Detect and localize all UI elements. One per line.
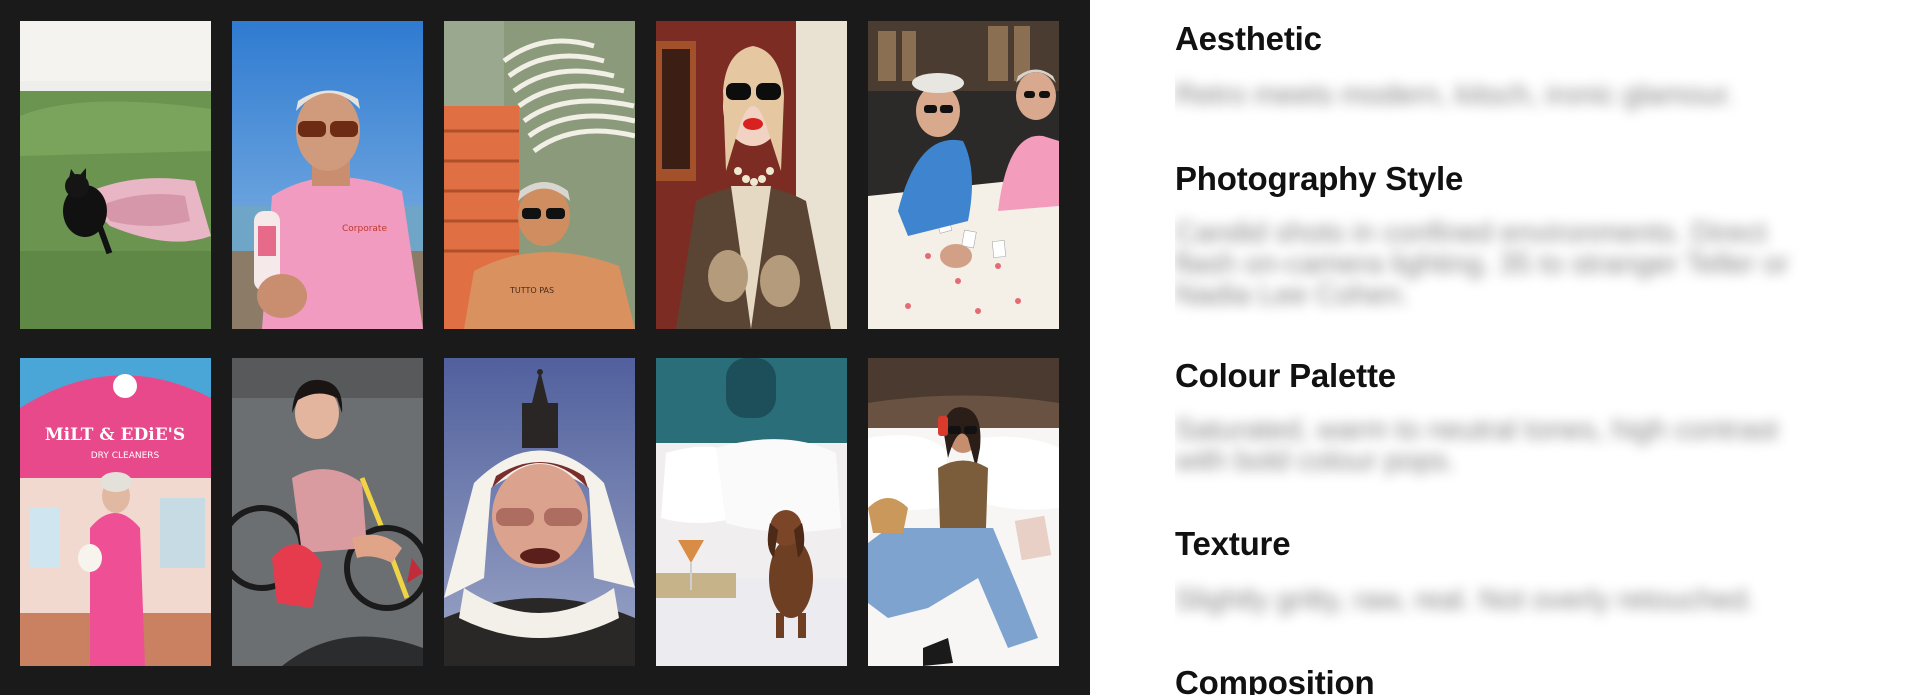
section-photography-style: Photography Style Candid shots in confin… [1175, 160, 1855, 311]
gallery-photo-man-pink-tee[interactable]: Corporate [232, 21, 423, 329]
section-composition: Composition [1175, 664, 1855, 695]
section-title-texture: Texture [1175, 525, 1291, 562]
svg-text:Corporate: Corporate [342, 224, 387, 234]
cyclist-image [232, 358, 423, 666]
cat-on-sofa-image [20, 21, 211, 329]
section-aesthetic: Aesthetic Retro meets modern, kitsch, ir… [1175, 20, 1855, 111]
section-text-aesthetic: Retro meets modern, kitsch, ironic glamo… [1175, 79, 1735, 111]
woman-pearls-image [656, 21, 847, 329]
section-text-texture: Slightly gritty, raw, real. Not overly r… [1175, 584, 1755, 616]
style-description-panel: Aesthetic Retro meets modern, kitsch, ir… [1175, 0, 1855, 695]
section-title-colour-palette: Colour Palette [1175, 357, 1396, 394]
card-players-image [868, 21, 1059, 329]
section-text-photography-style: Candid shots in confined environments. D… [1175, 217, 1789, 311]
gallery-photo-woman-pearls[interactable] [656, 21, 847, 329]
section-text-colour-palette: Saturated, warm to neutral tones, high c… [1175, 414, 1778, 477]
section-colour-palette: Colour Palette Saturated, warm to neutra… [1175, 357, 1855, 477]
gallery-photo-sunbather[interactable]: TUTTO PAS [444, 21, 635, 329]
gallery-photo-card-players[interactable] [868, 21, 1059, 329]
headscarf-woman-image [444, 358, 635, 666]
sunbather-image: TUTTO PAS [444, 21, 635, 329]
photo-gallery: Corporate TUTTO PAS MiLT & EDiE'S DRY CL… [0, 0, 1090, 695]
section-title-photography-style: Photography Style [1175, 160, 1464, 197]
gallery-photo-dachshund-bed[interactable] [656, 358, 847, 666]
gallery-photo-woman-phone-bed[interactable] [868, 358, 1059, 666]
svg-text:TUTTO PAS: TUTTO PAS [509, 286, 554, 295]
dachshund-bed-image [656, 358, 847, 666]
section-title-aesthetic: Aesthetic [1175, 20, 1322, 57]
man-pink-tee-image: Corporate [232, 21, 423, 329]
gallery-photo-cat-on-sofa[interactable] [20, 21, 211, 329]
gallery-photo-cyclist[interactable] [232, 358, 423, 666]
section-title-composition: Composition [1175, 664, 1375, 695]
gallery-photo-pink-suit-shopfront[interactable]: MiLT & EDiE'S DRY CLEANERS [20, 358, 211, 666]
gallery-photo-headscarf-woman[interactable] [444, 358, 635, 666]
shop-sign-line-2: DRY CLEANERS [91, 451, 160, 461]
section-texture: Texture Slightly gritty, raw, real. Not … [1175, 525, 1855, 616]
shop-sign-line-1: MiLT & EDiE'S [45, 425, 185, 445]
pink-suit-shopfront-image: MiLT & EDiE'S DRY CLEANERS [20, 358, 211, 666]
woman-phone-bed-image [868, 358, 1059, 666]
